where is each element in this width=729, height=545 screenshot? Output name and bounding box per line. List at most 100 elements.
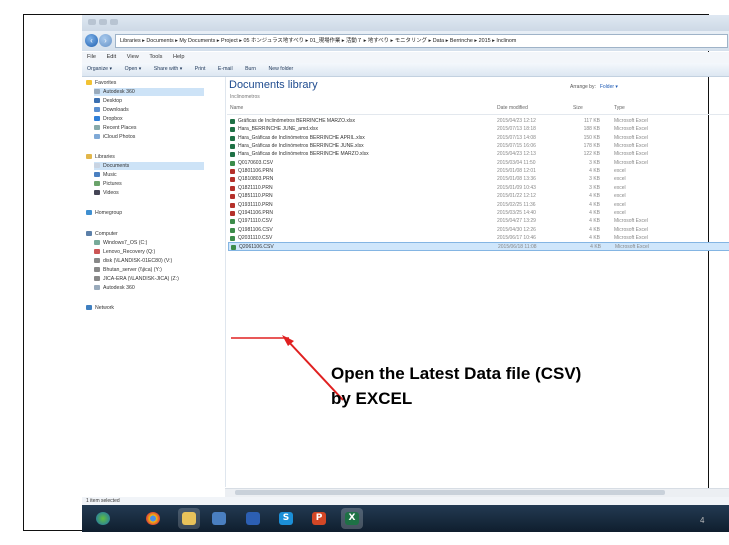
nav-label: Libraries	[95, 154, 115, 160]
file-size: 122 KB	[583, 151, 600, 158]
nav-network[interactable]: Network	[86, 304, 114, 312]
column-header-date[interactable]: Date modified	[497, 105, 528, 111]
nav-downloads[interactable]: Downloads	[94, 106, 129, 114]
nav-autodesk360[interactable]: Autodesk 360	[94, 88, 204, 96]
file-date: 2015/07/13 18:18	[497, 126, 536, 133]
new-folder-button[interactable]: New folder	[268, 66, 293, 72]
file-name: Q1941106.PRN	[238, 209, 273, 216]
file-row[interactable]: Q1851110.PRN 2015/01/22 12:12 4 KB excel	[228, 192, 729, 200]
status-bar: 1 item selected	[82, 497, 729, 505]
menu-tools[interactable]: Tools	[149, 54, 162, 60]
back-icon[interactable]: ‹	[85, 34, 98, 47]
arrange-value[interactable]: Folder ▾	[600, 84, 618, 90]
organize-button[interactable]: Organize ▾	[87, 66, 112, 72]
column-header-size[interactable]: Size	[573, 105, 583, 111]
column-header-name[interactable]: Name	[230, 105, 243, 111]
nav-recent-places[interactable]: Recent Places	[94, 124, 136, 132]
file-date: 2015/04/27 13:29	[497, 218, 536, 225]
nav-pictures[interactable]: Pictures	[94, 180, 122, 188]
excel-file-icon	[230, 127, 235, 133]
nav-homegroup[interactable]: Homegroup	[86, 209, 122, 217]
open-button[interactable]: Open ▾	[125, 66, 142, 72]
file-date: 2015/07/13 14:08	[497, 134, 536, 141]
app-taskbar-button[interactable]	[208, 508, 230, 529]
nav-favorites[interactable]: Favorites	[86, 79, 116, 87]
file-row[interactable]: Q1810803.PRN 2015/01/08 13:36 3 KB excel	[228, 175, 729, 183]
nav-drive-v[interactable]: disk (\\LANDISK-01EC80) (V:)	[94, 257, 172, 265]
network-icon	[86, 305, 92, 311]
nav-drive-y[interactable]: Bhutan_server (\\jica) (Y:)	[94, 266, 162, 274]
file-row[interactable]: Q0170603.CSV 2015/03/04 11:50 3 KB Microsof…	[228, 159, 729, 167]
nav-label: Bhutan_server (\\jica) (Y:)	[103, 267, 162, 273]
nav-desktop[interactable]: Desktop	[94, 97, 122, 105]
file-name: Hara_Gráficas de Inclinómetros BERRINCHE…	[238, 134, 365, 141]
downloads-icon	[94, 107, 100, 113]
forward-icon[interactable]: ›	[99, 34, 112, 47]
nav-drive-z[interactable]: JICA-ERA (\\LANDISK-JICA) (Z:)	[94, 275, 179, 283]
menu-edit[interactable]: Edit	[107, 54, 117, 60]
scroll-thumb[interactable]	[235, 490, 665, 495]
file-type: excel	[614, 168, 626, 175]
file-row[interactable]: Q2061106.CSV 2015/06/18 11:08 4 KB Microsof…	[228, 242, 729, 251]
nav-label: Pictures	[103, 181, 122, 187]
address-bar[interactable]: Libraries ▸ Documents ▸ My Documents ▸ P…	[115, 34, 728, 48]
file-size: 178 KB	[583, 143, 600, 150]
column-header-type[interactable]: Type	[614, 105, 625, 111]
nav-videos[interactable]: Videos	[94, 189, 119, 197]
nav-label: disk (\\LANDISK-01EC80) (V:)	[103, 258, 173, 264]
file-row[interactable]: Hara_Gráficas de Inclinómetros BERRINCHE…	[228, 142, 729, 150]
prn-file-icon	[230, 185, 235, 191]
chrome-taskbar-button[interactable]	[142, 508, 164, 529]
file-row[interactable]: Q1981106.CSV 2015/04/30 12:26 4 KB Microsof…	[228, 226, 729, 234]
skype-taskbar-button[interactable]: S	[275, 508, 297, 529]
menu-view[interactable]: View	[127, 54, 139, 60]
notes-taskbar-button[interactable]	[242, 508, 264, 529]
file-type: excel	[614, 201, 626, 208]
excel-taskbar-button[interactable]: X	[341, 508, 363, 529]
file-row[interactable]: Q1821110.PRN 2015/01/09 10:43 3 KB excel	[228, 184, 729, 192]
nav-label: Videos	[103, 190, 119, 196]
nav-drive-c[interactable]: Windows7_OS (C:)	[94, 239, 147, 247]
print-button[interactable]: Print	[195, 66, 206, 72]
excel-file-icon	[230, 235, 235, 241]
file-size: 188 KB	[583, 126, 600, 133]
file-row[interactable]: Gráficas de Inclinómetros BERRINCHE MARZ…	[228, 117, 729, 125]
file-row[interactable]: Q2031110.CSV 2015/06/17 10:46 4 KB Microsof…	[228, 234, 729, 242]
nav-documents[interactable]: Documents	[94, 162, 204, 170]
arrange-by[interactable]: Arrange by: Folder ▾	[570, 84, 618, 90]
explorer-taskbar-button[interactable]	[178, 508, 200, 529]
file-row[interactable]: Hara_Gráficas de Inclinómetros BERRINCHE…	[228, 134, 729, 142]
file-row[interactable]: Q1941106.PRN 2015/03/25 14:40 4 KB excel	[228, 209, 729, 217]
nav-libraries[interactable]: Libraries	[86, 153, 115, 161]
file-name: Q1971110.CSV	[238, 218, 273, 225]
skype-icon: S	[279, 512, 293, 525]
nav-icloud[interactable]: iCloud Photos	[94, 133, 135, 141]
powerpoint-taskbar-button[interactable]: P	[308, 508, 330, 529]
network-drive-icon	[94, 276, 100, 282]
dropbox-icon	[94, 116, 100, 122]
window-dot-icon	[110, 19, 118, 25]
email-button[interactable]: E-mail	[218, 66, 233, 72]
nav-dropbox[interactable]: Dropbox	[94, 115, 123, 123]
nav-computer[interactable]: Computer	[86, 230, 118, 238]
menu-help[interactable]: Help	[173, 54, 185, 60]
menu-file[interactable]: File	[87, 54, 96, 60]
nav-music[interactable]: Music	[94, 171, 117, 179]
share-with-button[interactable]: Share with ▾	[154, 66, 183, 72]
file-row[interactable]: Q1931110.PRN 2015/02/25 11:36 4 KB excel	[228, 201, 729, 209]
burn-button[interactable]: Burn	[245, 66, 256, 72]
star-icon	[86, 80, 92, 86]
file-row[interactable]: Hara_Gráficas de Inclinómetros BERRINCHE…	[228, 150, 729, 158]
start-button[interactable]	[92, 508, 114, 529]
file-row[interactable]: Q1971110.CSV 2015/04/27 13:29 4 KB Microsof…	[228, 217, 729, 225]
file-row[interactable]: Q1801106.PRN 2015/01/08 12:01 4 KB excel	[228, 167, 729, 175]
excel-file-icon	[231, 245, 236, 251]
horizontal-scrollbar[interactable]	[225, 488, 729, 497]
network-drive-icon	[94, 258, 100, 264]
file-row[interactable]: Hara_BERRINCHE JUNE_amd.xlsx 2015/07/13 1…	[228, 125, 729, 133]
file-type: excel	[614, 193, 626, 200]
nav-autodesk360-drive[interactable]: Autodesk 360	[94, 284, 135, 292]
nav-drive-q[interactable]: Lenovo_Recovery (Q:)	[94, 248, 155, 256]
documents-icon	[94, 163, 100, 169]
nav-label: Desktop	[103, 98, 123, 104]
